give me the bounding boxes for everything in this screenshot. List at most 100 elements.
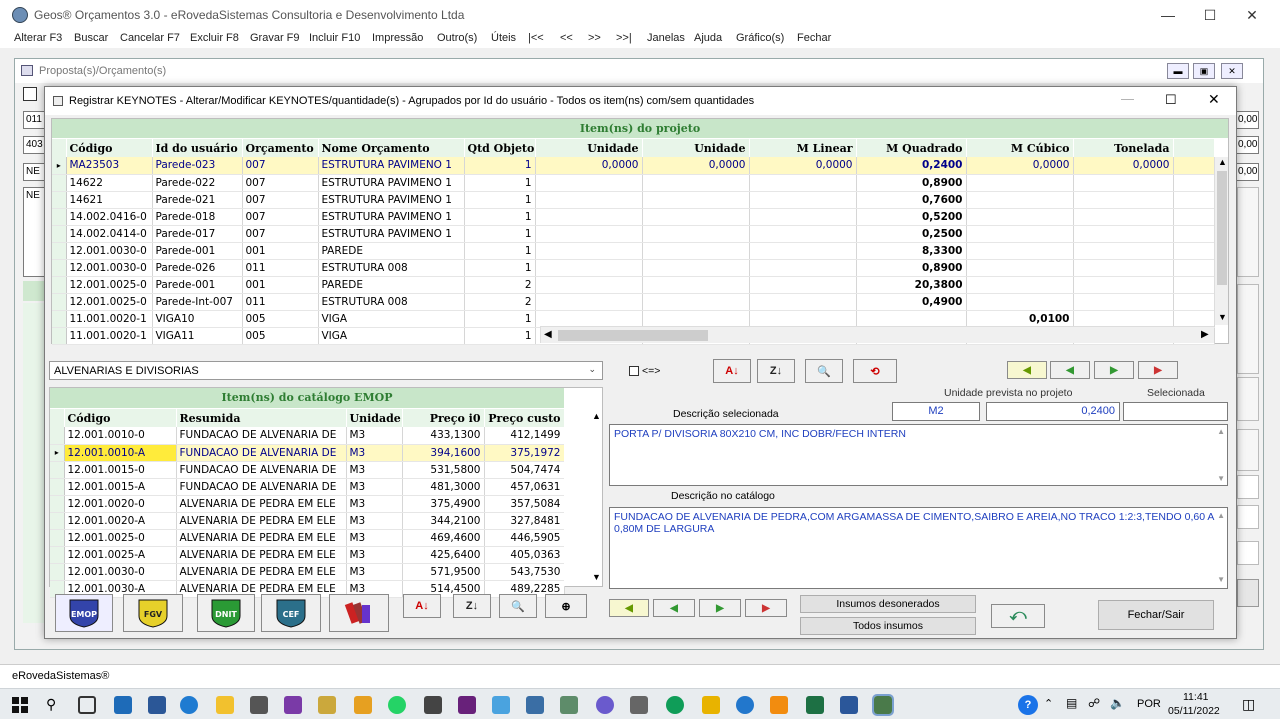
catalog-cell[interactable]: 433,1300 [402, 427, 485, 445]
project-cell[interactable]: 1 [464, 157, 536, 175]
project-cell[interactable]: 20,3800 [856, 276, 967, 294]
row-indicator[interactable] [50, 512, 65, 530]
desc-scroll-up-icon[interactable]: ▲ [1217, 427, 1225, 436]
project-cell[interactable]: ESTRUTURA PAVIMENO 1 [318, 157, 465, 175]
project-cell[interactable] [642, 242, 750, 260]
catalog-row[interactable]: 12.001.0020-0 ALVENARIA DE PEDRA EM ELE M3… [50, 495, 565, 513]
chrome-icon[interactable] [666, 696, 684, 714]
project-cell[interactable] [642, 208, 750, 226]
menu-gravar[interactable]: Gravar F9 [250, 32, 300, 44]
project-cell[interactable]: 2 [464, 293, 536, 311]
catalog-cell[interactable]: M3 [346, 529, 403, 547]
menu-next[interactable]: >> [588, 32, 601, 44]
tray-chevron-icon[interactable]: ⌃ [1044, 697, 1053, 710]
catalog-cell[interactable]: FUNDACAO DE ALVENARIA DE [176, 478, 347, 496]
whatsapp-icon[interactable] [388, 696, 406, 714]
project-cell[interactable] [749, 225, 857, 243]
unit-field[interactable]: M2 [892, 402, 980, 421]
project-cell[interactable] [749, 259, 857, 277]
catalog-cell[interactable]: ALVENARIA DE PEDRA EM ELE [176, 512, 347, 530]
right-button[interactable] [1237, 579, 1259, 607]
app-icon-9[interactable] [702, 696, 720, 714]
project-cell[interactable]: 007 [242, 225, 319, 243]
quantity-field[interactable]: 0,2400 [986, 402, 1120, 421]
project-cell[interactable] [642, 191, 750, 209]
catalog-cell[interactable]: M3 [346, 444, 403, 462]
catalog-cell[interactable]: M3 [346, 478, 403, 496]
project-cell[interactable] [966, 293, 1074, 311]
row-indicator[interactable] [52, 208, 67, 226]
project-cell[interactable]: 14.002.0416-0 [66, 208, 153, 226]
project-cell[interactable]: 0,8900 [856, 259, 967, 277]
project-cell[interactable] [966, 191, 1074, 209]
project-cell[interactable] [749, 242, 857, 260]
project-cell[interactable]: 11.001.0020-1 [66, 310, 153, 328]
row-indicator[interactable] [52, 242, 67, 260]
catalog-last-button[interactable]: ▶ [745, 599, 787, 617]
project-cell[interactable]: 007 [242, 157, 319, 175]
catalog-cell[interactable]: 12.001.0025-A [64, 546, 177, 564]
catalog-cell[interactable]: 327,8481 [484, 512, 565, 530]
project-row[interactable]: 14622 Parede-022 007 ESTRUTURA PAVIMENO 11 0… [52, 174, 1215, 192]
col-m-linear[interactable]: M Linear [749, 139, 857, 157]
menu-janelas[interactable]: Janelas [647, 32, 685, 44]
catalog-cell[interactable]: 12.001.0020-0 [64, 495, 177, 513]
project-cell[interactable]: 001 [242, 276, 319, 294]
project-cell[interactable]: Parede-026 [152, 259, 243, 277]
project-cell[interactable]: 0,2500 [856, 225, 967, 243]
project-cell[interactable]: MA23503 [66, 157, 153, 175]
catalog-cell[interactable]: 543,7530 [484, 563, 565, 581]
catalog-cell[interactable]: M3 [346, 546, 403, 564]
row-indicator[interactable] [50, 461, 65, 479]
project-cell[interactable]: 0,8900 [856, 174, 967, 192]
col-codigo[interactable]: Código [66, 139, 153, 157]
project-cell[interactable] [1073, 208, 1174, 226]
prev-record-button[interactable]: ◀ [1050, 361, 1090, 379]
project-row[interactable]: 14.002.0414-0 Parede-017 007 ESTRUTURA PAVI… [52, 225, 1215, 243]
excel-icon[interactable] [806, 696, 824, 714]
start-icon[interactable] [12, 697, 28, 713]
menu-alterar[interactable]: Alterar F3 [14, 32, 62, 44]
project-cell[interactable]: 1 [464, 310, 536, 328]
project-cell[interactable]: 011 [242, 293, 319, 311]
dnit-button[interactable]: DNIT [197, 594, 255, 632]
emop-button[interactable]: EMOP [55, 594, 113, 632]
project-cell[interactable]: 001 [242, 242, 319, 260]
project-cell[interactable]: 0,7600 [856, 191, 967, 209]
catalog-cell[interactable]: 394,1600 [402, 444, 485, 462]
project-hscroll-thumb[interactable] [558, 330, 708, 341]
project-cell[interactable] [1073, 259, 1174, 277]
project-cell[interactable]: Parede-018 [152, 208, 243, 226]
menu-excluir[interactable]: Excluir F8 [190, 32, 239, 44]
row-indicator[interactable] [52, 191, 67, 209]
project-cell[interactable]: ESTRUTURA 008 [318, 293, 465, 311]
project-cell[interactable]: Parede-021 [152, 191, 243, 209]
app-icon-7[interactable] [560, 696, 578, 714]
project-cell[interactable] [749, 174, 857, 192]
project-cell[interactable]: 0,5200 [856, 208, 967, 226]
project-cell[interactable] [966, 208, 1074, 226]
catalog-cell[interactable]: 571,9500 [402, 563, 485, 581]
project-cell[interactable]: VIGA11 [152, 327, 243, 345]
project-cell[interactable] [642, 174, 750, 192]
project-cell[interactable] [535, 174, 643, 192]
project-cell[interactable]: 1 [464, 259, 536, 277]
right-scroll-2[interactable] [1237, 284, 1259, 374]
row-indicator[interactable] [52, 174, 67, 192]
col-id-usuario[interactable]: Id do usuário [152, 139, 243, 157]
cat-desc-scroll-up-icon[interactable]: ▲ [1217, 510, 1225, 522]
app-icon-10[interactable] [736, 696, 754, 714]
menu-impressao[interactable]: Impressão [372, 32, 423, 44]
sort-desc-button[interactable]: Z↓ [757, 359, 795, 383]
catalog-cell[interactable]: ALVENARIA DE PEDRA EM ELE [176, 495, 347, 513]
col-m-quadrado[interactable]: M Quadrado [856, 139, 967, 157]
app-icon-11[interactable] [770, 696, 788, 714]
catalog-cell[interactable]: 12.001.0020-A [64, 512, 177, 530]
project-cell[interactable]: ESTRUTURA PAVIMENO 1 [318, 191, 465, 209]
catalog-cell[interactable]: M3 [346, 512, 403, 530]
project-cell[interactable]: Parede-017 [152, 225, 243, 243]
cat-col-preco-i0[interactable]: Preço i0 [402, 409, 485, 427]
catalog-cell[interactable]: FUNDACAO DE ALVENARIA DE [176, 427, 347, 445]
project-cell[interactable] [642, 276, 750, 294]
col-nome-orcamento[interactable]: Nome Orçamento [318, 139, 465, 157]
